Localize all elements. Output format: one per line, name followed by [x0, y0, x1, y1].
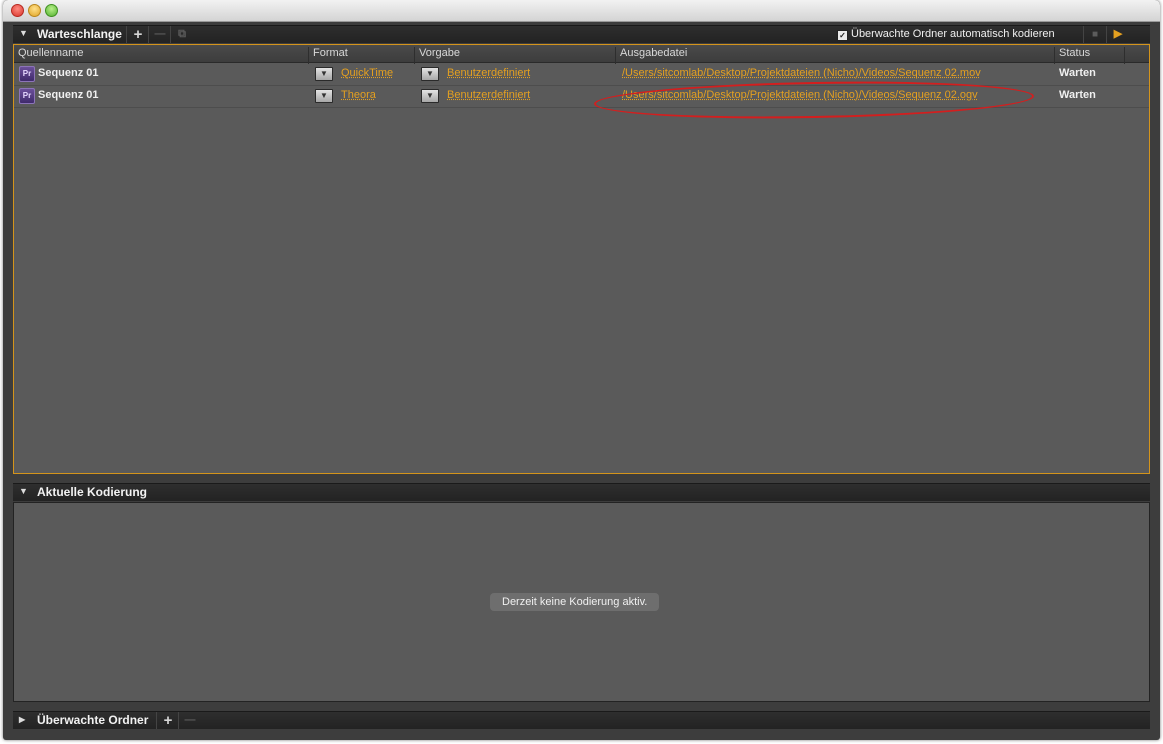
collapse-triangle-icon[interactable]: ▼ — [19, 486, 28, 496]
auto-encode-checkbox[interactable]: ✓ — [837, 30, 848, 41]
queue-row[interactable]: Pr Sequenz 01 ▼ QuickTime ▼ Benutzerdefi… — [14, 63, 1149, 86]
column-header-format[interactable]: Format — [308, 47, 348, 64]
add-source-button[interactable]: + — [126, 26, 149, 43]
add-watch-folder-button[interactable]: + — [156, 712, 179, 729]
output-file-link[interactable]: /Users/sitcomlab/Desktop/Projektdateien … — [622, 67, 981, 79]
current-encoding-area: Derzeit keine Kodierung aktiv. — [13, 502, 1150, 702]
column-header-status[interactable]: Status — [1054, 47, 1090, 64]
source-name: Sequenz 01 — [38, 89, 99, 101]
remove-watch-folder-button[interactable]: — — [178, 712, 201, 729]
format-dropdown-icon[interactable]: ▼ — [315, 89, 333, 103]
watched-folders-panel-header: ▶ Überwachte Ordner + — — [13, 711, 1150, 729]
format-link[interactable]: QuickTime — [341, 67, 393, 79]
media-encoder-window: ▼ Warteschlange + — ⧉ ✓ Überwachte Ordne… — [3, 0, 1160, 740]
expand-triangle-icon[interactable]: ▶ — [19, 715, 25, 724]
format-dropdown-icon[interactable]: ▼ — [315, 67, 333, 81]
preset-dropdown-icon[interactable]: ▼ — [421, 89, 439, 103]
column-header-spacer — [1124, 47, 1129, 64]
title-bar — [3, 0, 1160, 22]
idle-message: Derzeit keine Kodierung aktiv. — [490, 593, 660, 611]
collapse-triangle-icon[interactable]: ▼ — [19, 28, 28, 38]
queue-panel-title: Warteschlange — [37, 27, 122, 41]
format-link[interactable]: Theora — [341, 89, 376, 101]
preset-link[interactable]: Benutzerdefiniert — [447, 89, 530, 101]
queue-panel-header: ▼ Warteschlange + — ⧉ ✓ Überwachte Ordne… — [13, 25, 1150, 43]
premiere-sequence-icon: Pr — [19, 66, 35, 82]
status-text: Warten — [1059, 89, 1096, 101]
preset-dropdown-icon[interactable]: ▼ — [421, 67, 439, 81]
column-header-output[interactable]: Ausgabedatei — [615, 47, 687, 64]
stop-queue-button[interactable]: ■ — [1083, 26, 1106, 43]
column-header-preset[interactable]: Vorgabe — [414, 47, 460, 64]
current-encoding-title: Aktuelle Kodierung — [37, 485, 148, 499]
source-name: Sequenz 01 — [38, 67, 99, 79]
start-queue-button[interactable]: ▶ — [1106, 26, 1129, 43]
queue-column-headers: Quellenname Format Vorgabe Ausgabedatei … — [14, 45, 1149, 64]
watched-folders-title: Überwachte Ordner — [37, 713, 149, 727]
status-text: Warten — [1059, 67, 1096, 79]
preset-link[interactable]: Benutzerdefiniert — [447, 67, 530, 79]
auto-encode-label: Überwachte Ordner automatisch kodieren — [851, 28, 1055, 40]
minimize-window-button[interactable] — [28, 4, 41, 17]
current-encoding-panel-header: ▼ Aktuelle Kodierung — [13, 483, 1150, 501]
duplicate-button[interactable]: ⧉ — [170, 26, 193, 43]
column-header-source[interactable]: Quellenname — [14, 47, 83, 64]
remove-source-button[interactable]: — — [148, 26, 171, 43]
close-window-button[interactable] — [11, 4, 24, 17]
zoom-window-button[interactable] — [45, 4, 58, 17]
premiere-sequence-icon: Pr — [19, 88, 35, 104]
